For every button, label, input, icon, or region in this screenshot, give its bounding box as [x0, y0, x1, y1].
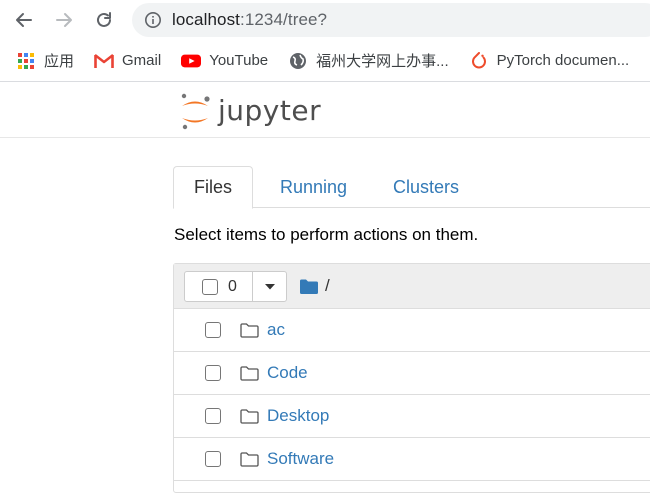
tab-running[interactable]: Running — [260, 166, 367, 208]
breadcrumb: / — [300, 276, 330, 296]
folder-open-icon[interactable] — [300, 279, 318, 294]
bookmark-fzu[interactable]: 福州大学网上办事... — [288, 50, 449, 71]
bookmark-label: PyTorch documen... — [496, 52, 630, 69]
select-all-button[interactable]: 0 — [185, 272, 253, 301]
select-all-group: 0 — [184, 271, 287, 302]
site-info-icon[interactable] — [144, 11, 162, 29]
list-item[interactable]: Desktop — [174, 395, 650, 438]
forward-arrow-icon — [56, 13, 72, 27]
breadcrumb-root[interactable]: / — [325, 276, 330, 296]
pytorch-icon — [469, 51, 489, 71]
bookmarks-bar: 应用 Gmail YouTube 福州大学网上办事... PyTorch doc… — [0, 40, 650, 82]
item-name-link[interactable]: ac — [267, 320, 285, 340]
file-list-panel: 0 / ac Code Desktop Software — [173, 263, 650, 493]
back-arrow-icon — [16, 13, 32, 27]
jupyter-header: jupyter — [0, 82, 650, 138]
bookmark-apps[interactable]: 应用 — [16, 50, 74, 71]
bookmark-label: 福州大学网上办事... — [316, 53, 449, 70]
file-list-header: 0 / — [174, 264, 650, 309]
caret-down-icon — [264, 283, 275, 289]
jupyter-logo-icon — [181, 93, 210, 130]
jupyter-logo-text: jupyter — [218, 94, 322, 127]
tab-files[interactable]: Files — [173, 166, 254, 209]
item-name-link[interactable]: Software — [267, 449, 334, 469]
bookmark-label: Gmail — [122, 52, 162, 69]
bookmark-pytorch[interactable]: PyTorch documen... — [469, 51, 630, 71]
youtube-icon — [181, 51, 202, 71]
bookmark-gmail[interactable]: Gmail — [94, 51, 161, 71]
folder-icon — [240, 322, 259, 338]
address-bar[interactable]: localhost:1234/tree? — [132, 3, 650, 37]
url-host: localhost — [172, 10, 240, 29]
bookmark-label: 应用 — [44, 53, 75, 70]
apps-grid-icon — [16, 51, 36, 71]
folder-icon — [240, 451, 259, 467]
instructions-text: Select items to perform actions on them. — [174, 225, 479, 244]
bookmark-youtube[interactable]: YouTube — [181, 51, 268, 71]
folder-icon — [240, 408, 259, 424]
folder-icon — [240, 365, 259, 381]
gmail-icon — [94, 51, 114, 71]
item-checkbox[interactable] — [205, 451, 221, 467]
item-name-link[interactable]: Code — [267, 363, 308, 383]
back-button[interactable] — [10, 6, 38, 34]
browser-toolbar: localhost:1234/tree? — [0, 0, 650, 40]
globe-icon — [288, 51, 308, 71]
url-text: localhost:1234/tree? — [172, 10, 327, 30]
jupyter-page: jupyter Files Running Clusters Select it… — [0, 82, 650, 493]
jupyter-logo[interactable]: jupyter — [178, 92, 321, 130]
select-all-checkbox[interactable] — [202, 278, 218, 295]
select-menu-dropdown[interactable] — [253, 272, 286, 301]
selected-count: 0 — [228, 277, 237, 295]
reload-icon — [97, 12, 111, 27]
item-name-link[interactable]: Desktop — [267, 406, 329, 426]
bookmark-label: YouTube — [209, 52, 269, 69]
item-checkbox[interactable] — [205, 365, 221, 381]
tab-bar: Files Running Clusters — [173, 166, 650, 209]
forward-button[interactable] — [50, 6, 78, 34]
url-path: :1234/tree? — [240, 10, 328, 29]
list-item[interactable]: Code — [174, 352, 650, 395]
reload-button[interactable] — [90, 6, 118, 34]
list-item[interactable]: ac — [174, 309, 650, 352]
item-checkbox[interactable] — [205, 408, 221, 424]
item-checkbox[interactable] — [205, 322, 221, 338]
tab-clusters[interactable]: Clusters — [373, 166, 479, 208]
list-item[interactable]: Software — [174, 438, 650, 481]
